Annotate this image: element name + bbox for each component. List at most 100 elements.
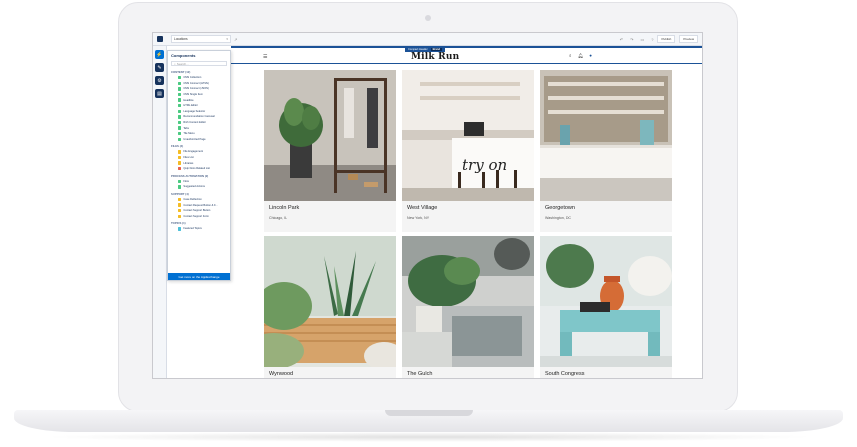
site-header[interactable]: Compact Header Brand ☰ Milk Run ⌕ 🔔︎ ●: [231, 46, 702, 64]
component-label: Quip Docs Related List: [183, 167, 210, 171]
component-label: Rich Content Editor: [183, 121, 206, 125]
component-icon: [178, 185, 182, 189]
compact-header-badge: Brand: [430, 48, 443, 51]
redo-icon[interactable]: ↷: [630, 37, 633, 42]
component-icon: [178, 109, 182, 114]
bell-icon[interactable]: 🔔︎: [578, 53, 584, 59]
component-icon: [178, 81, 182, 86]
location-photo: [540, 70, 672, 201]
help-icon[interactable]: ?: [651, 37, 653, 42]
page-selector-label: Locations: [174, 37, 188, 41]
component-icon: [178, 115, 182, 119]
location-card[interactable]: Georgetown Washington, DC: [540, 70, 672, 232]
component-label: CMS Connect (JSON): [183, 87, 209, 91]
search-icon[interactable]: ⌕: [569, 53, 572, 59]
component-icon: [178, 161, 182, 165]
menu-icon[interactable]: ☰: [263, 54, 267, 60]
component-label: Featured Topics: [183, 227, 202, 231]
pages-icon[interactable]: ▤: [155, 89, 164, 98]
component-item[interactable]: Featured Topics: [168, 226, 230, 232]
component-icon: [178, 76, 182, 80]
search-icon: ⌕: [174, 61, 176, 66]
location-card[interactable]: try on West Village New York, NY: [402, 70, 534, 232]
location-name: West Village: [407, 205, 438, 211]
site-preview: Compact Header Brand ☰ Milk Run ⌕ 🔔︎ ● L…: [231, 46, 702, 378]
component-label: Tabs: [183, 126, 189, 130]
component-icon: [178, 87, 182, 91]
appexchange-link[interactable]: Get more on the AppExchange: [168, 273, 230, 280]
location-name: South Congress: [545, 371, 585, 377]
component-item[interactable]: Suggested Actions: [168, 184, 230, 190]
builder-rail: ⚡ ✎ ⚙ ▤: [153, 46, 167, 378]
app-launcher-icon[interactable]: [157, 36, 163, 42]
component-icon: [178, 126, 182, 130]
undo-icon[interactable]: ↶: [620, 37, 623, 42]
location-name: Georgetown: [545, 205, 575, 211]
component-label: CMS Connect (HTML): [183, 81, 210, 85]
component-label: Flow: [183, 179, 189, 183]
location-name: Wynwood: [269, 371, 294, 377]
component-label: Contact Support Button: [183, 209, 211, 213]
component-item[interactable]: Unauthorized Page: [168, 137, 230, 143]
chevron-down-icon: ▾: [226, 37, 228, 41]
location-card[interactable]: The Gulch: [402, 236, 534, 378]
webcam: [425, 15, 431, 21]
component-label: Unauthorized Page: [183, 137, 206, 141]
component-icon: [178, 179, 182, 183]
component-label: Tile Menu: [183, 132, 195, 136]
location-name: Lincoln Park: [269, 205, 300, 211]
component-label: Libraries: [183, 161, 194, 165]
component-icon: [178, 155, 182, 160]
components-panel-title: Components: [171, 53, 196, 58]
component-item[interactable]: Contact Support Form: [168, 213, 230, 219]
brand-logo[interactable]: Milk Run: [411, 52, 459, 62]
settings-icon[interactable]: ⚙: [155, 76, 164, 85]
component-label: Recommendation Carousel: [183, 115, 215, 119]
components-search-input[interactable]: ⌕ Search...: [171, 61, 227, 66]
svg-text:try on: try on: [462, 156, 507, 174]
laptop-notch: [385, 410, 473, 416]
component-label: CMS Collection: [183, 76, 202, 80]
location-photo: [264, 70, 396, 201]
component-icon: [178, 150, 182, 154]
location-photo: try on: [402, 70, 534, 201]
component-label: Suggested Actions: [183, 185, 205, 189]
component-item[interactable]: Quip Docs Related List: [168, 166, 230, 172]
component-icon: [178, 203, 182, 207]
component-label: Contact Request Button & F...: [183, 203, 218, 207]
component-icon: [178, 98, 182, 102]
components-panel: Components ⌕ Search... CONTENT (12) CMS C…: [167, 50, 231, 281]
location-city: New York, NY: [407, 216, 430, 220]
publish-button[interactable]: Publish: [657, 35, 676, 43]
location-city: Chicago, IL: [269, 216, 288, 220]
component-icon: [178, 208, 182, 213]
component-icon: [178, 92, 182, 97]
component-label: Files List: [183, 156, 194, 160]
component-label: Headline: [183, 98, 194, 102]
preview-button[interactable]: Preview: [679, 35, 698, 43]
components-icon[interactable]: ⚡: [155, 50, 164, 59]
component-label: Case Deflection: [183, 197, 202, 201]
component-icon: [178, 137, 182, 142]
component-label: HTML Editor: [183, 104, 198, 108]
location-name: The Gulch: [407, 371, 433, 377]
component-label: Contact Support Form: [183, 214, 209, 218]
location-card[interactable]: Lincoln Park Chicago, IL: [264, 70, 396, 232]
location-photo: [402, 236, 534, 367]
location-city: Washington, DC: [545, 216, 572, 220]
component-icon: [178, 197, 182, 202]
edit-icon[interactable]: ✎: [155, 63, 164, 72]
location-photo: [540, 236, 672, 367]
screen: Locations ▾ ↗ ↶ ↷ ▭ ? Publish Preview ⚡ …: [152, 32, 703, 379]
page-selector[interactable]: Locations ▾: [171, 35, 231, 43]
open-external-icon[interactable]: ↗: [234, 37, 237, 42]
device-icon[interactable]: ▭: [640, 37, 644, 42]
component-label: File Engagement: [183, 150, 203, 154]
location-card[interactable]: Wynwood: [264, 236, 396, 378]
component-icon: [178, 132, 182, 136]
locations-grid: Lincoln Park Chicago, IL try on West Vil…: [264, 70, 672, 378]
component-icon: [178, 120, 182, 125]
user-icon[interactable]: ●: [589, 53, 592, 59]
component-icon: [178, 227, 182, 231]
location-card[interactable]: South Congress: [540, 236, 672, 378]
